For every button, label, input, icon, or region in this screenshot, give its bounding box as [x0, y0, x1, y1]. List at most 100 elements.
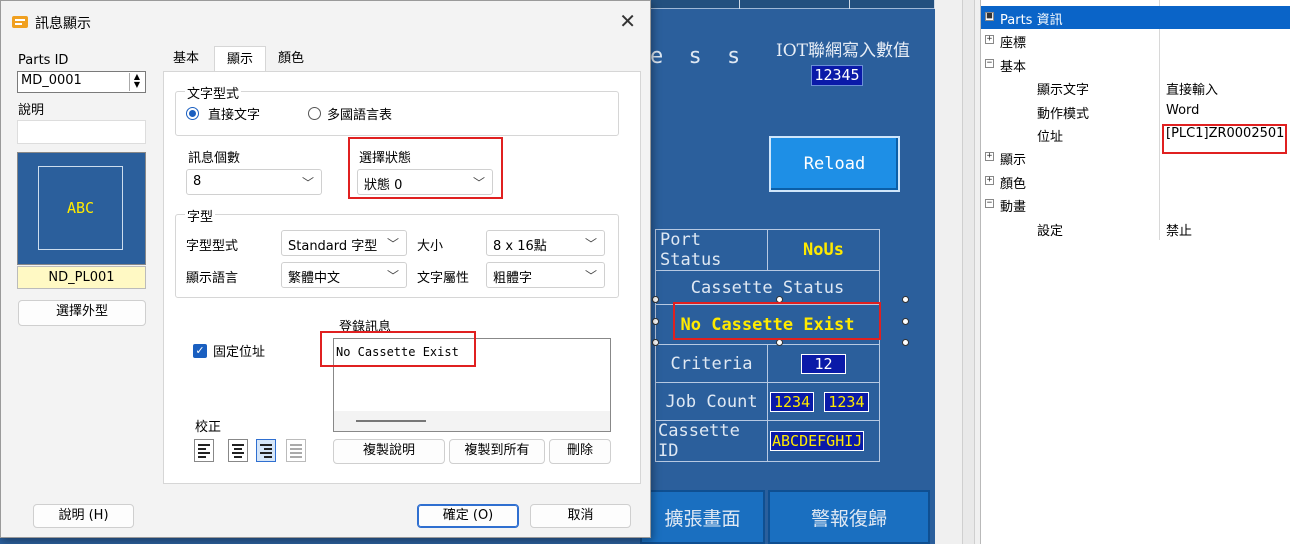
- dialog-titlebar[interactable]: 訊息顯示 ✕: [1, 1, 650, 41]
- description-field[interactable]: [17, 120, 146, 144]
- choose-shape-button[interactable]: 選擇外型: [18, 300, 146, 326]
- property-row[interactable]: − 動畫: [981, 193, 1290, 216]
- align-center-icon[interactable]: [228, 439, 248, 462]
- text-format-group-title: 文字型式: [185, 83, 242, 102]
- radio-direct-label: 直接文字: [208, 108, 261, 123]
- table-row: No Cassette Exist: [655, 304, 880, 345]
- property-row[interactable]: − 基本: [981, 53, 1290, 76]
- expand-icon[interactable]: +: [985, 175, 994, 185]
- font-type-select[interactable]: Standard 字型 ﹀: [281, 230, 407, 256]
- property-value[interactable]: 禁止: [1166, 220, 1192, 239]
- selection-handle[interactable]: [652, 339, 659, 346]
- collapse-icon[interactable]: ■: [985, 12, 994, 21]
- selection-handle[interactable]: [776, 339, 783, 346]
- display-lang-value: 繁體中文: [288, 271, 341, 286]
- property-row[interactable]: 動作模式 Word: [981, 100, 1290, 123]
- ok-button[interactable]: 確定 (O): [417, 504, 519, 528]
- text-attr-select[interactable]: 粗體字 ﹀: [486, 262, 605, 288]
- size-label: 大小: [417, 239, 444, 254]
- cassette-status-value[interactable]: No Cassette Exist: [655, 304, 880, 345]
- display-lang-label: 顯示語言: [186, 271, 239, 286]
- property-row[interactable]: 顯示文字 直接輸入: [981, 76, 1290, 99]
- port-status-value[interactable]: NoUs: [767, 229, 880, 271]
- criteria-label: Criteria: [655, 344, 768, 383]
- expand-icon[interactable]: +: [985, 152, 994, 162]
- tab-display[interactable]: 顯示: [214, 46, 266, 72]
- property-row[interactable]: + 顯示: [981, 146, 1290, 169]
- selection-handle[interactable]: [902, 339, 909, 346]
- horizontal-scrollbar[interactable]: [334, 411, 610, 431]
- font-group-title: 字型: [185, 206, 216, 225]
- selection-handle[interactable]: [902, 318, 909, 325]
- app-icon: [12, 16, 28, 28]
- align-left-icon[interactable]: [194, 439, 214, 462]
- select-state-value: 狀態 0: [364, 178, 403, 193]
- status-table: Port Status NoUs Cassette Status No Cass…: [655, 229, 880, 462]
- description-label: 說明: [18, 103, 45, 118]
- display-lang-select[interactable]: 繁體中文 ﹀: [281, 262, 407, 288]
- cancel-button[interactable]: 取消: [530, 504, 631, 528]
- chevron-down-icon: ﹀: [301, 176, 314, 190]
- message-display-dialog: 訊息顯示 ✕ Parts ID MD_0001 ▲ ▼ 說明 ABC ND_PL0…: [0, 0, 651, 538]
- cassette-id-value[interactable]: ABCDEFGHIJ: [770, 431, 865, 451]
- property-row[interactable]: + 顏色: [981, 170, 1290, 193]
- selection-handle[interactable]: [776, 296, 783, 303]
- collapse-icon[interactable]: −: [985, 199, 994, 209]
- selection-handle[interactable]: [902, 296, 909, 303]
- tab-color[interactable]: 顏色: [269, 46, 313, 72]
- text-attr-label: 文字屬性: [417, 271, 470, 286]
- parts-id-value: MD_0001: [21, 73, 82, 88]
- property-row[interactable]: 設定 禁止: [981, 217, 1290, 240]
- reload-button[interactable]: Reload: [769, 136, 900, 192]
- spinner-icon[interactable]: ▲ ▼: [129, 73, 144, 91]
- property-row[interactable]: ■ Parts 資訊: [981, 6, 1290, 29]
- job-count-label: Job Count: [655, 382, 768, 421]
- font-type-label: 字型型式: [186, 239, 239, 254]
- selection-handle[interactable]: [652, 296, 659, 303]
- copy-to-all-button[interactable]: 複製到所有: [449, 439, 545, 464]
- vertical-scrollbar[interactable]: [962, 0, 975, 544]
- shape-name: ND_PL001: [17, 266, 146, 289]
- job-count-a[interactable]: 1234: [770, 391, 815, 412]
- expand-screen-button[interactable]: 擴張畫面: [640, 490, 765, 544]
- expand-icon[interactable]: +: [985, 35, 994, 45]
- property-row[interactable]: + 座標: [981, 29, 1290, 52]
- property-value[interactable]: 直接輸入: [1166, 79, 1218, 98]
- table-row: Port Status NoUs: [655, 229, 880, 271]
- table-row: Job Count 1234 1234: [655, 382, 880, 421]
- collapse-icon[interactable]: −: [985, 58, 994, 68]
- select-state-select[interactable]: 狀態 0 ﹀: [357, 169, 493, 195]
- selection-handle[interactable]: [652, 318, 659, 325]
- property-value[interactable]: [PLC1]ZR0002501: [1166, 126, 1284, 141]
- copy-description-button[interactable]: 複製說明: [333, 439, 445, 464]
- job-count-b[interactable]: 1234: [824, 391, 869, 412]
- dialog-title: 訊息顯示: [35, 16, 91, 32]
- table-row: Cassette Status: [655, 270, 880, 305]
- close-icon[interactable]: ✕: [619, 9, 636, 33]
- tab-basic[interactable]: 基本: [164, 46, 208, 72]
- registered-msg-textarea[interactable]: No Cassette Exist: [333, 338, 611, 432]
- chevron-down-icon: ﹀: [584, 237, 597, 251]
- delete-button[interactable]: 刪除: [549, 439, 611, 464]
- scrollbar-thumb[interactable]: [356, 420, 426, 422]
- property-key: 座標: [1000, 36, 1027, 52]
- help-button[interactable]: 說明 (H): [33, 504, 134, 528]
- radio-multilang[interactable]: [308, 107, 321, 120]
- font-type-value: Standard 字型: [288, 239, 378, 254]
- property-row[interactable]: 位址 [PLC1]ZR0002501: [981, 123, 1290, 146]
- property-key: 基本: [1000, 59, 1027, 75]
- align-right-icon[interactable]: [256, 439, 276, 462]
- size-select[interactable]: 8 x 16點 ﹀: [486, 230, 605, 256]
- criteria-value[interactable]: 12: [801, 353, 846, 374]
- property-value[interactable]: Word: [1166, 103, 1199, 118]
- msg-count-select[interactable]: 8 ﹀: [186, 169, 322, 195]
- iot-value[interactable]: 12345: [811, 65, 863, 86]
- alarm-reset-button[interactable]: 警報復歸: [768, 490, 930, 544]
- align-justify-icon[interactable]: [286, 439, 306, 462]
- cassette-id-label: Cassette ID: [655, 420, 768, 462]
- radio-direct-text[interactable]: [186, 107, 199, 120]
- editor-gap: [935, 0, 980, 544]
- calibration-label: 校正: [195, 420, 222, 435]
- fixed-address-checkbox[interactable]: ✓: [193, 344, 207, 358]
- parts-id-field[interactable]: MD_0001 ▲ ▼: [17, 71, 146, 93]
